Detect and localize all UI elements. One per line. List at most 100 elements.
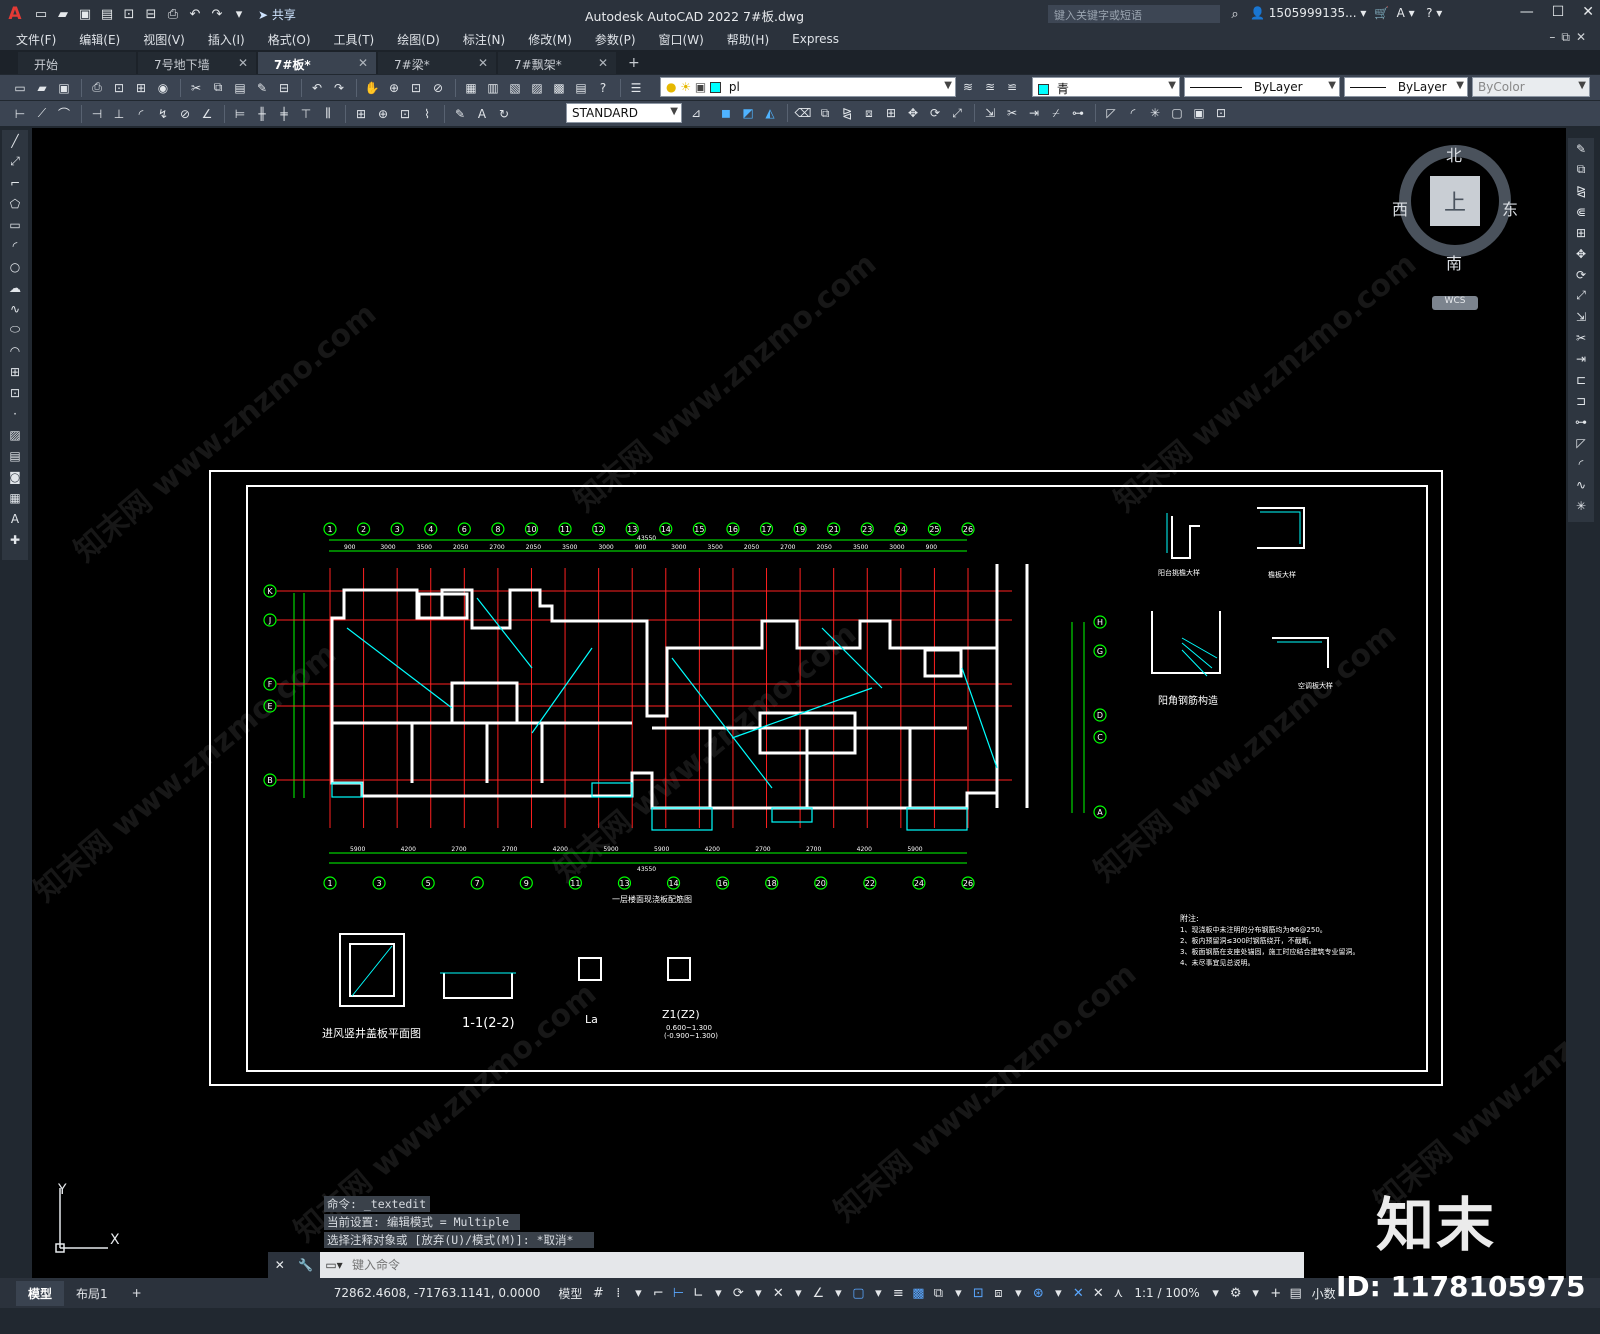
region-icon[interactable]: ◙: [2, 466, 28, 487]
dim-angular-icon[interactable]: ∠: [197, 105, 217, 123]
chevron-down-icon[interactable]: ▾: [708, 1286, 728, 1301]
dim-baseline-icon[interactable]: ╫: [252, 105, 272, 123]
rotate-icon[interactable]: ⟳: [1568, 264, 1594, 285]
pan-icon[interactable]: ✋: [362, 79, 382, 97]
plotstyle-dropdown[interactable]: ByColor ▼: [1472, 77, 1590, 97]
save-as-icon[interactable]: ▤: [97, 4, 117, 24]
rotate-icon[interactable]: ⟳: [925, 104, 945, 122]
erase-icon[interactable]: ⌫: [793, 104, 813, 122]
chevron-down-icon[interactable]: ▾: [628, 1286, 648, 1301]
chevron-down-icon[interactable]: ▾: [748, 1286, 768, 1301]
redo-icon[interactable]: ↷: [329, 79, 349, 97]
polar-icon[interactable]: ∟: [688, 1286, 708, 1301]
tool-palettes-icon[interactable]: ▧: [505, 79, 525, 97]
insert-block-icon[interactable]: ⊡: [1211, 104, 1231, 122]
dim-horizontal-icon[interactable]: ⊣: [87, 105, 107, 123]
menu-tools[interactable]: 工具(T): [334, 31, 375, 48]
scale-icon[interactable]: ⤢: [1568, 285, 1594, 306]
layer-properties-icon[interactable]: ☰: [626, 79, 646, 97]
close-button[interactable]: ✕: [1582, 4, 1594, 20]
erase-icon[interactable]: ✎: [1568, 138, 1594, 159]
chevron-down-icon[interactable]: ▾: [1048, 1286, 1068, 1301]
spline-icon[interactable]: ∿: [2, 298, 28, 319]
scale-icon[interactable]: ⤢: [947, 104, 967, 122]
new-tab-button[interactable]: +: [618, 52, 650, 74]
menu-help[interactable]: 帮助(H): [727, 31, 769, 48]
save-web-icon[interactable]: ⊟: [141, 4, 161, 24]
design-center-icon[interactable]: ▥: [483, 79, 503, 97]
layer-states-icon[interactable]: ≌: [1002, 78, 1022, 96]
annotation-visibility-icon[interactable]: ✕: [1068, 1286, 1088, 1301]
dynamic-ucs-icon[interactable]: ⧈: [988, 1286, 1008, 1301]
make-current-layer-icon[interactable]: ≋: [958, 78, 978, 96]
command-input[interactable]: [348, 1254, 1304, 1276]
chevron-down-icon[interactable]: ▾: [828, 1286, 848, 1301]
mtext-icon[interactable]: A: [2, 508, 28, 529]
menu-express[interactable]: Express: [792, 32, 839, 46]
add-layout-button[interactable]: +: [120, 1282, 154, 1304]
offset-icon[interactable]: ⋐: [1568, 201, 1594, 222]
isodraft-icon[interactable]: ⟳: [728, 1286, 748, 1301]
menu-window[interactable]: 窗口(W): [659, 31, 704, 48]
block-editor-icon[interactable]: ⊟: [274, 79, 294, 97]
tab-7-basement-wall[interactable]: 7号地下墙 ✕: [138, 52, 256, 74]
stretch-icon[interactable]: ⇲: [1568, 306, 1594, 327]
close-icon[interactable]: ✕: [478, 56, 488, 70]
snap-icon[interactable]: ⁞: [608, 1286, 628, 1301]
color-dropdown[interactable]: 青 ▼: [1032, 77, 1180, 97]
trim-icon[interactable]: ✂: [1568, 327, 1594, 348]
sheet-set-icon[interactable]: ▨: [527, 79, 547, 97]
copy-icon[interactable]: ⧉: [1568, 159, 1594, 180]
dim-radius-icon[interactable]: ◜: [131, 105, 151, 123]
layer-previous-icon[interactable]: ≊: [980, 78, 1000, 96]
dim-break-icon[interactable]: ⫼: [318, 105, 338, 123]
annotation-scale-icon[interactable]: ⋏: [1108, 1286, 1128, 1301]
menu-view[interactable]: 视图(V): [143, 31, 185, 48]
explode-icon[interactable]: ✳: [1568, 495, 1594, 516]
chamfer-icon[interactable]: ◸: [1101, 104, 1121, 122]
tab-start[interactable]: 开始: [18, 52, 136, 74]
copy-object-icon[interactable]: ⧉: [815, 104, 835, 122]
zoom-previous-icon[interactable]: ⊘: [428, 79, 448, 97]
document-window-controls[interactable]: –⧉✕: [1549, 30, 1592, 45]
break-icon[interactable]: ⌿: [1046, 104, 1066, 122]
properties-icon[interactable]: ▦: [461, 79, 481, 97]
layer-dropdown[interactable]: ● ☀ ▣ pl ▼: [660, 77, 956, 97]
array-icon[interactable]: ⊞: [1568, 222, 1594, 243]
ellipse-icon[interactable]: ⬭: [2, 319, 28, 340]
transparency-icon[interactable]: ▩: [908, 1286, 928, 1301]
drawing-canvas[interactable]: 知末网 www.znzmo.com 知末网 www.znzmo.com 知末网 …: [32, 128, 1566, 1308]
jogged-linear-icon[interactable]: ⌇: [417, 105, 437, 123]
share-button[interactable]: ➤ 共享: [258, 6, 296, 23]
move-icon[interactable]: ✥: [903, 104, 923, 122]
chevron-down-icon[interactable]: ▾: [948, 1286, 968, 1301]
search-input[interactable]: 键入关键字或短语: [1048, 5, 1220, 23]
dim-diameter-icon[interactable]: ⊘: [175, 105, 195, 123]
viewcube-east[interactable]: 东: [1502, 196, 1518, 220]
viewcube-top-face[interactable]: 上: [1430, 176, 1480, 226]
units-display[interactable]: 小数: [1312, 1285, 1336, 1302]
layout-tab-layout1[interactable]: 布局1: [64, 1281, 120, 1306]
save-icon[interactable]: ▣: [54, 79, 74, 97]
user-account[interactable]: 👤 1505999135... ▾ 🛒 A ▾ ? ▾: [1250, 6, 1442, 20]
menu-modify[interactable]: 修改(M): [528, 31, 572, 48]
command-prompt-icon[interactable]: ▭▾: [320, 1256, 348, 1274]
infer-constraints-icon[interactable]: ⌐: [648, 1286, 668, 1301]
chevron-down-icon[interactable]: ▾: [868, 1286, 888, 1301]
insert-block-icon[interactable]: ⊞: [2, 361, 28, 382]
fillet-icon[interactable]: ◜: [1568, 453, 1594, 474]
make-block-icon[interactable]: ⊡: [2, 382, 28, 403]
line-icon[interactable]: ╱: [2, 130, 28, 151]
chevron-down-icon[interactable]: ▾: [1206, 1286, 1226, 1301]
revision-cloud-icon[interactable]: ☁: [2, 277, 28, 298]
move-icon[interactable]: ✥: [1568, 243, 1594, 264]
chevron-down-icon[interactable]: ▾: [788, 1286, 808, 1301]
join-icon[interactable]: ⊶: [1568, 411, 1594, 432]
mirror-icon[interactable]: ⧎: [837, 104, 857, 122]
dim-edit-icon[interactable]: ✎: [450, 105, 470, 123]
tolerance-icon[interactable]: ⊞: [351, 105, 371, 123]
undo-icon[interactable]: ↶: [185, 4, 205, 24]
autocad-logo[interactable]: A: [0, 0, 30, 28]
undo-icon[interactable]: ↶: [307, 79, 327, 97]
minimize-button[interactable]: —: [1520, 4, 1534, 20]
